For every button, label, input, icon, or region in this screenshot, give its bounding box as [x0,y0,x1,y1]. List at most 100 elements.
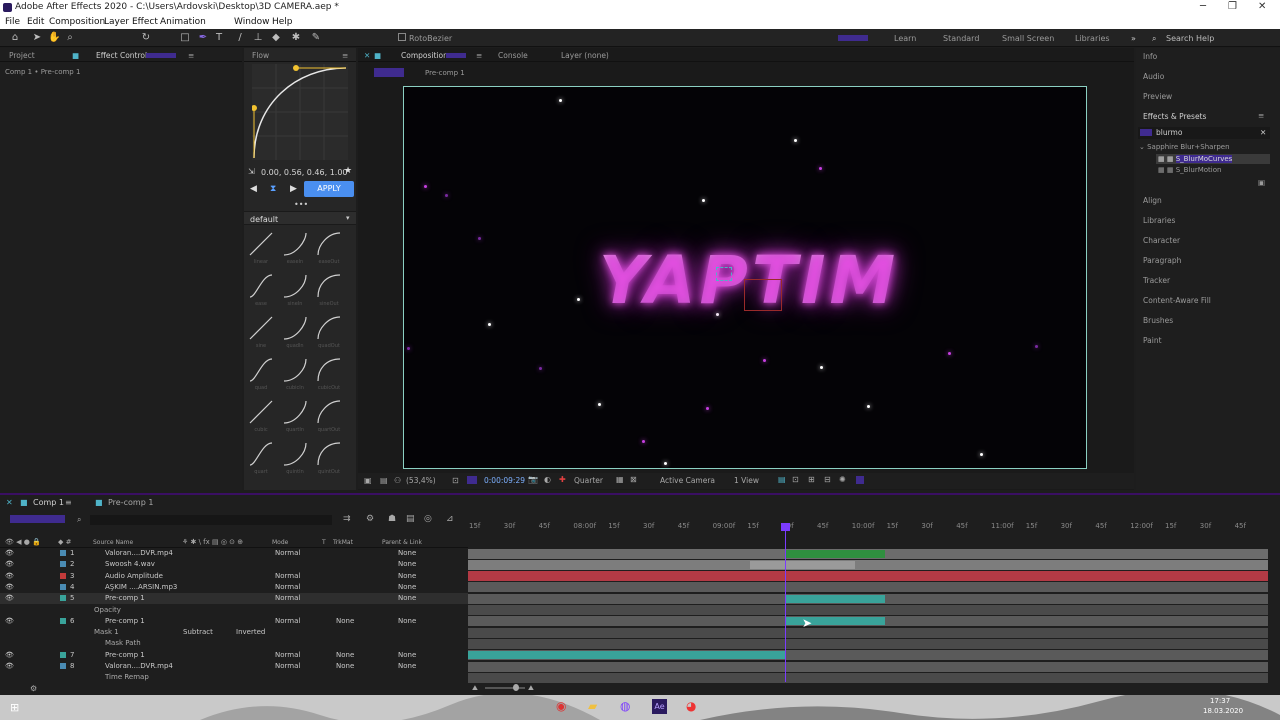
workspace-learn[interactable]: Learn [894,34,916,43]
region-icon[interactable]: ▤ [380,476,388,485]
visibility-eye-icon[interactable]: 👁 [5,651,14,659]
layer-name[interactable]: Time Remap [105,673,149,681]
timeline-icon[interactable]: ⊞ [808,475,815,484]
panel-brushes[interactable]: Brushes [1143,316,1173,325]
flow-copy-icon[interactable]: ⇲ [248,167,255,176]
maximize-button[interactable]: ❐ [1228,1,1237,12]
ease-preset-sine[interactable] [248,315,274,341]
layer-label-color[interactable] [60,663,66,669]
taskbar-clock[interactable]: 17:37 [1210,697,1230,705]
composition-viewer[interactable]: YAPTIM [403,86,1087,469]
layer-trkmat-dropdown[interactable]: Inverted [236,628,265,636]
shy-layers-icon[interactable]: ☗ [388,514,396,524]
layer-track[interactable] [468,627,1268,638]
effect-item-blurmotion[interactable]: ▦ ▦ S_BlurMotion [1158,166,1221,174]
roto-tool-icon[interactable]: ✱ [290,32,302,44]
ease-preset-cubic[interactable] [248,399,274,425]
layer-track[interactable] [468,672,1268,683]
more-workspaces-icon[interactable]: » [1131,34,1136,43]
fast-previews-icon[interactable]: ⊡ [792,475,799,484]
panel-info[interactable]: Info [1143,52,1157,61]
layer-track[interactable] [468,548,1268,559]
layer-track[interactable] [468,593,1268,604]
layer-name[interactable]: Pre-comp 1 [105,651,145,659]
layer-mode-dropdown[interactable]: Normal [275,651,300,659]
tab-project[interactable]: Project [9,51,35,60]
layer-mode-dropdown[interactable]: Normal [275,617,300,625]
layer-name[interactable]: Pre-comp 1 [105,617,145,625]
ease-preset-quadOut[interactable] [316,315,342,341]
snapshot-icon[interactable]: 📷 [528,475,538,484]
menu-effect[interactable]: Effect [132,17,158,27]
ease-preset-cubicOut[interactable] [316,357,342,383]
tab-console[interactable]: Console [498,51,528,60]
ease-preset-ease[interactable] [248,273,274,299]
timeline-tab-pre-comp-1[interactable]: Pre-comp 1 [108,498,153,507]
type-tool-icon[interactable]: T [213,32,225,44]
ease-preset-sineIn[interactable] [282,273,308,299]
flow-mirror-icon[interactable]: ⧗ [270,184,276,194]
layer-row[interactable]: 👁 3 Audio Amplitude Normal None [0,571,468,582]
minimize-button[interactable]: ─ [1200,1,1206,12]
close-tab-icon[interactable]: ✕ [364,51,370,60]
anchor-point-icon[interactable] [716,267,732,281]
timeline-search-icon[interactable]: ⌕ [77,515,81,525]
visibility-eye-icon[interactable]: 👁 [5,549,14,557]
ease-preset-quartIn[interactable] [282,399,308,425]
color-channels-icon[interactable]: ✚ [559,475,566,484]
default-workspace-tab[interactable] [838,35,868,41]
ease-preset-quad[interactable] [248,357,274,383]
toggle-pixel-icon[interactable]: ▤ [778,475,786,484]
layer-parent-dropdown[interactable]: None [398,594,416,602]
workspace-standard[interactable]: Standard [943,34,979,43]
layer-label-color[interactable] [60,583,66,590]
after-effects-taskbar-icon[interactable]: Ae [652,699,667,714]
pen-tool-icon[interactable]: ✒ [197,32,209,44]
discord-icon[interactable]: ◍ [620,699,630,713]
clone-tool-icon[interactable]: ⊥ [252,32,264,44]
layer-duration-bar[interactable] [785,594,885,603]
zoom-level-dropdown[interactable]: (53,4%) [406,476,436,485]
panel-character[interactable]: Character [1143,236,1180,245]
effects-search-field[interactable]: blurmo ✕ [1138,127,1270,139]
panel-content-aware-fill[interactable]: Content-Aware Fill [1143,296,1211,305]
effect-item-blurmocurves[interactable]: ▦ ▦ S_BlurMoCurves [1158,155,1233,163]
column-t[interactable]: T [322,539,326,546]
close-button[interactable]: ✕ [1258,1,1266,12]
layer-parent-dropdown[interactable]: None [398,549,416,557]
layer-track[interactable] [468,571,1268,582]
flow-menu-icon[interactable]: ≡ [342,51,348,60]
zoom-slider-handle[interactable] [513,684,519,691]
panel-libraries[interactable]: Libraries [1143,216,1175,225]
layer-name[interactable]: AŞKIM ....ARSIN.mp3 [105,583,177,591]
panel-menu-icon[interactable]: ≡ [188,51,194,60]
visibility-eye-icon[interactable]: 👁 [5,594,14,602]
windows-start-icon[interactable]: ⊞ [10,701,19,714]
panel-tracker[interactable]: Tracker [1143,276,1170,285]
ease-preset-easeOut[interactable] [316,231,342,257]
channel-icon[interactable] [467,476,477,484]
layer-name[interactable]: Valoran....DVR.mp4 [105,549,173,557]
column-trkmat[interactable]: TrkMat [333,539,353,546]
panel-audio[interactable]: Audio [1143,72,1164,81]
effects-menu-icon[interactable]: ≡ [1258,111,1264,120]
layer-row[interactable]: 👁 4 AŞKIM ....ARSIN.mp3 Normal None [0,582,468,593]
layer-track[interactable] [468,661,1268,672]
playhead-handle[interactable] [781,523,790,531]
layer-parent-dropdown[interactable]: None [398,662,416,670]
motion-blur-icon[interactable]: ◎ [424,514,432,524]
layer-row[interactable]: 👁 5 Pre-comp 1 Normal None [0,593,468,605]
flow-prev-icon[interactable]: ◀ [250,184,257,194]
layer-trkmat-dropdown[interactable]: None [336,617,354,625]
flow-more-icon[interactable]: ••• [294,200,308,209]
layer-trkmat-dropdown[interactable]: None [336,651,354,659]
layer-parent-dropdown[interactable]: None [398,583,416,591]
layer-label-color[interactable] [60,617,66,624]
visibility-eye-icon[interactable]: 👁 [5,572,14,580]
current-time-indicator[interactable] [785,524,786,682]
layer-mode-dropdown[interactable]: Normal [275,662,300,670]
ease-preset-quintOut[interactable] [316,441,342,467]
layer-mode-dropdown[interactable]: Normal [275,549,300,557]
flowchart-icon[interactable]: ⊟ [824,475,831,484]
layer-track[interactable] [468,582,1268,593]
